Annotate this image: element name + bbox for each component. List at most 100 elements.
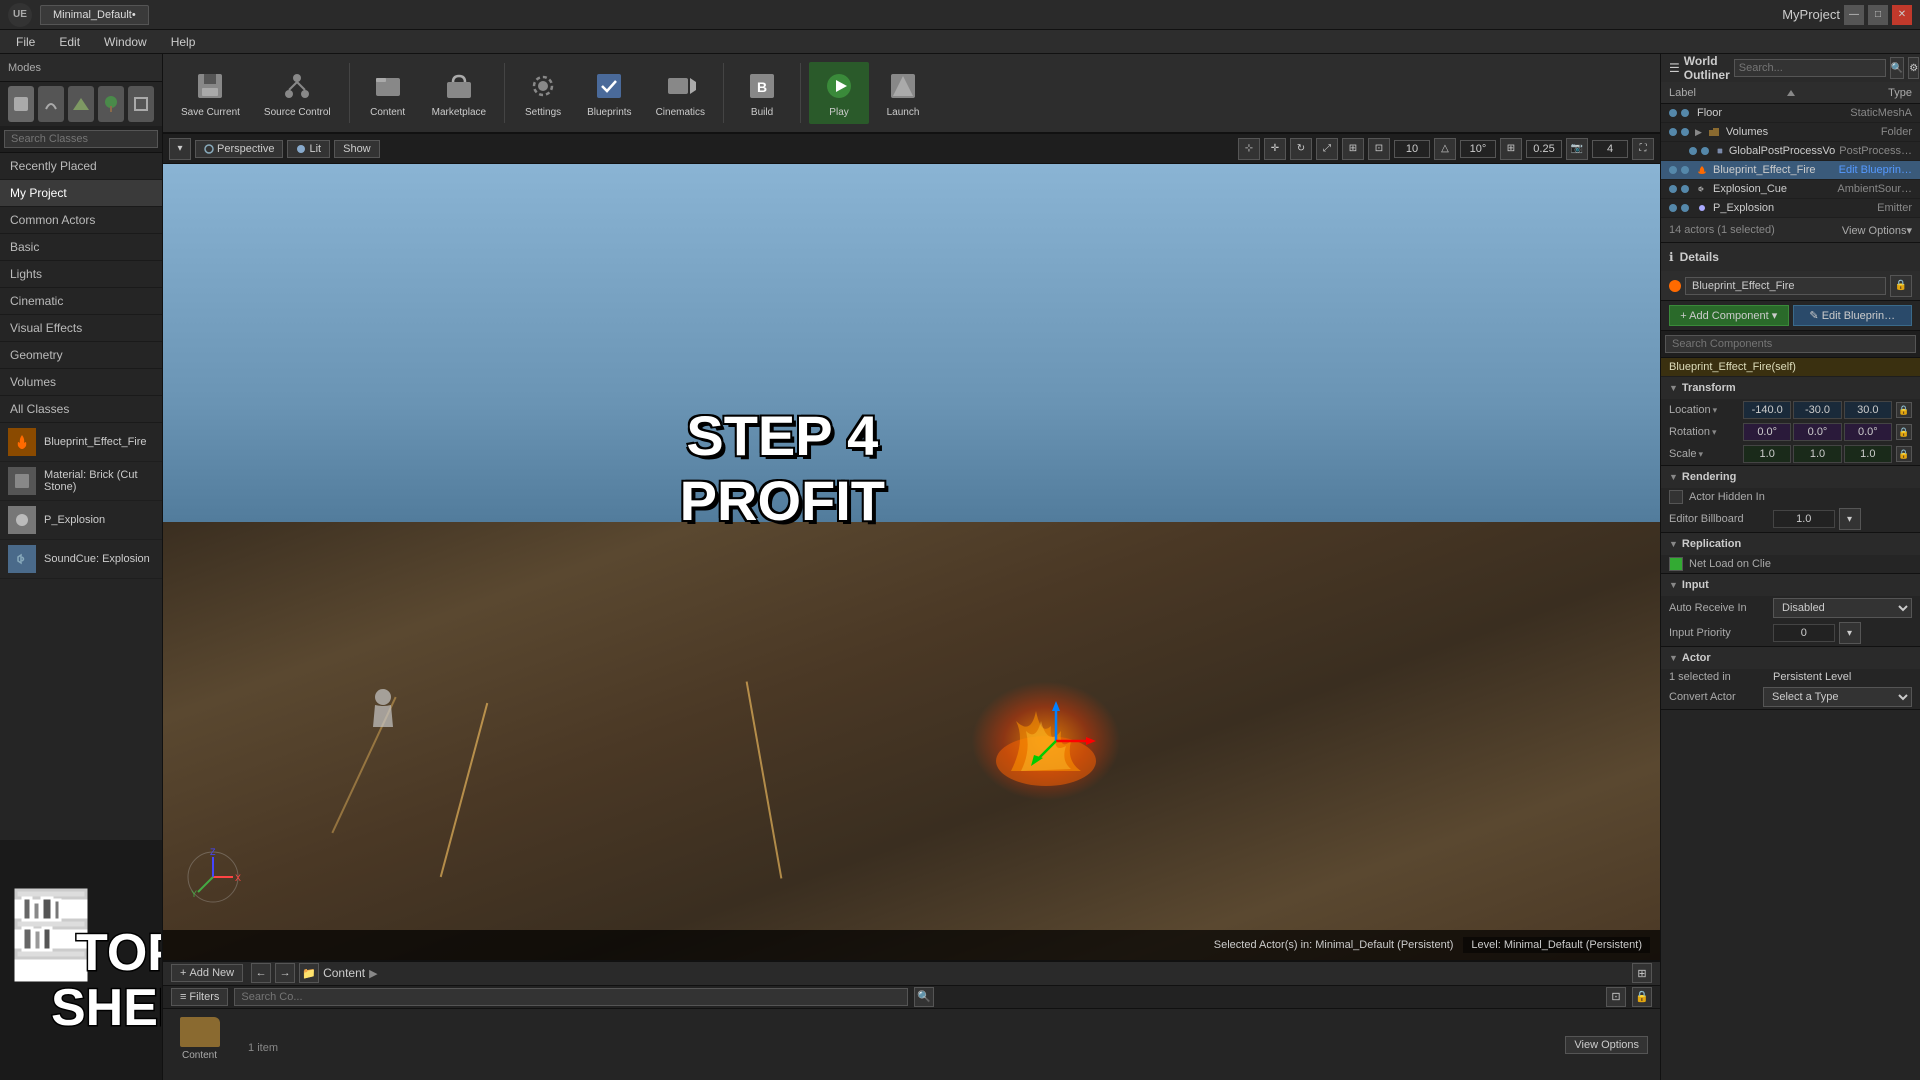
- convert-actor-select[interactable]: Select a Type: [1763, 687, 1912, 707]
- priority-input[interactable]: [1773, 624, 1835, 642]
- nav-all-classes[interactable]: All Classes: [0, 396, 162, 423]
- vp-cam-icon[interactable]: 📷: [1566, 138, 1588, 160]
- nav-geometry[interactable]: Geometry: [0, 342, 162, 369]
- nav-lights[interactable]: Lights: [0, 261, 162, 288]
- wo-filter-btn[interactable]: 🔍: [1890, 57, 1904, 79]
- vp-select-btn[interactable]: ⊹: [1238, 138, 1260, 160]
- cb-filters-btn[interactable]: ≡ Filters: [171, 988, 228, 1006]
- cb-add-new-btn[interactable]: + Add New: [171, 964, 243, 982]
- placed-item-sound[interactable]: SoundCue: Explosion: [0, 540, 162, 579]
- mode-landscape[interactable]: [68, 86, 94, 122]
- placed-item-fire[interactable]: Blueprint_Effect_Fire: [0, 423, 162, 462]
- vp-grid-size[interactable]: 10: [1394, 140, 1430, 158]
- mode-paint[interactable]: [38, 86, 64, 122]
- netload-checkbox[interactable]: [1669, 557, 1683, 571]
- wo-item-explosion-cue[interactable]: Explosion_Cue AmbientSour…: [1661, 180, 1920, 199]
- billboard-input[interactable]: [1773, 510, 1835, 528]
- nav-volumes[interactable]: Volumes: [0, 369, 162, 396]
- viewport[interactable]: ▾ Perspective Lit Show ⊹ ✛ ↻ ⤢ ⊞ ⊡ 10: [163, 134, 1660, 960]
- dp-replication-header[interactable]: ▼ Replication: [1661, 533, 1920, 555]
- nav-recently-placed[interactable]: Recently Placed: [0, 153, 162, 180]
- vp-cam-speed[interactable]: 4: [1592, 140, 1628, 158]
- mode-place[interactable]: [8, 86, 34, 122]
- vp-angle-icon[interactable]: △: [1434, 138, 1456, 160]
- toolbar-build[interactable]: B Build: [732, 62, 792, 124]
- vp-show-btn[interactable]: Show: [334, 140, 380, 158]
- toolbar-cinematics[interactable]: Cinematics: [646, 62, 715, 124]
- scale-lock-btn[interactable]: 🔒: [1896, 446, 1912, 462]
- rotation-x[interactable]: [1743, 423, 1791, 441]
- wo-search-input[interactable]: [1734, 59, 1886, 77]
- nav-common-actors[interactable]: Common Actors: [0, 207, 162, 234]
- wo-item-blueprint-fire[interactable]: Blueprint_Effect_Fire Edit Blueprin…: [1661, 161, 1920, 180]
- nav-my-project[interactable]: My Project: [0, 180, 162, 207]
- scale-x[interactable]: [1743, 445, 1791, 463]
- close-button[interactable]: ✕: [1892, 5, 1912, 25]
- cb-folder-icon-btn[interactable]: 📁: [299, 963, 319, 983]
- dp-search-input[interactable]: [1665, 335, 1916, 353]
- toolbar-settings[interactable]: Settings: [513, 62, 573, 124]
- cb-options-btn[interactable]: ⊞: [1632, 963, 1652, 983]
- menu-help[interactable]: Help: [167, 33, 200, 51]
- cb-forward-btn[interactable]: →: [275, 963, 295, 983]
- menu-file[interactable]: File: [12, 33, 39, 51]
- dp-component-item[interactable]: Blueprint_Effect_Fire(self): [1661, 358, 1920, 377]
- dp-actor-lock-btn[interactable]: 🔒: [1890, 275, 1912, 297]
- dp-add-component-btn[interactable]: + Add Component ▾: [1669, 305, 1789, 326]
- dp-transform-header[interactable]: ▼ Transform: [1661, 377, 1920, 399]
- priority-dropdown-btn[interactable]: ▾: [1839, 622, 1861, 644]
- cb-view-options-btn[interactable]: View Options: [1565, 1036, 1648, 1054]
- autoreceive-select[interactable]: Disabled: [1773, 598, 1912, 618]
- location-x[interactable]: [1743, 401, 1791, 419]
- mode-foliage[interactable]: [98, 86, 124, 122]
- wo-settings-btn[interactable]: ⚙: [1908, 57, 1919, 79]
- location-y[interactable]: [1793, 401, 1841, 419]
- nav-basic[interactable]: Basic: [0, 234, 162, 261]
- vp-perspective-btn[interactable]: Perspective: [195, 140, 283, 158]
- minimize-button[interactable]: —: [1844, 5, 1864, 25]
- wo-item-volumes[interactable]: ▶ Volumes Folder: [1661, 123, 1920, 142]
- toolbar-content[interactable]: Content: [358, 62, 418, 124]
- menu-edit[interactable]: Edit: [55, 33, 84, 51]
- dp-actor-name-input[interactable]: [1685, 277, 1886, 295]
- wo-item-floor[interactable]: Floor StaticMeshA: [1661, 104, 1920, 123]
- cb-back-btn[interactable]: ←: [251, 963, 271, 983]
- maximize-button[interactable]: □: [1868, 5, 1888, 25]
- cb-folder-item[interactable]: Content: [171, 1017, 228, 1072]
- toolbar-source-control[interactable]: Source Control: [254, 62, 341, 124]
- wo-item-globalpost[interactable]: GlobalPostProcessVo PostProcess…: [1661, 142, 1920, 161]
- nav-visual-effects[interactable]: Visual Effects: [0, 315, 162, 342]
- vp-lit-btn[interactable]: Lit: [287, 140, 330, 158]
- toolbar-play[interactable]: Play: [809, 62, 869, 124]
- location-z[interactable]: [1844, 401, 1892, 419]
- dp-input-header[interactable]: ▼ Input: [1661, 574, 1920, 596]
- vp-fullscreen-btn[interactable]: ⛶: [1632, 138, 1654, 160]
- cb-lock-btn[interactable]: 🔒: [1632, 987, 1652, 1007]
- mode-geometry[interactable]: [128, 86, 154, 122]
- toolbar-blueprints[interactable]: Blueprints: [577, 62, 641, 124]
- rotation-lock-btn[interactable]: 🔒: [1896, 424, 1912, 440]
- rotation-z[interactable]: [1844, 423, 1892, 441]
- wo-view-options-btn[interactable]: View Options▾: [1842, 224, 1912, 237]
- search-classes-input[interactable]: [4, 130, 158, 148]
- vp-scale-icon[interactable]: ⊞: [1500, 138, 1522, 160]
- dp-edit-blueprint-btn[interactable]: ✎ Edit Blueprin…: [1793, 305, 1913, 326]
- cb-search-btn[interactable]: 🔍: [914, 987, 934, 1007]
- toolbar-marketplace[interactable]: Marketplace: [422, 62, 496, 124]
- toolbar-launch[interactable]: Launch: [873, 62, 933, 124]
- wo-item-p-explosion[interactable]: P_Explosion Emitter: [1661, 199, 1920, 218]
- vp-scale-btn[interactable]: ⤢: [1316, 138, 1338, 160]
- vp-scale-size[interactable]: 0.25: [1526, 140, 1562, 158]
- cb-view-toggle-btn[interactable]: ⊡: [1606, 987, 1626, 1007]
- location-lock-btn[interactable]: 🔒: [1896, 402, 1912, 418]
- vp-rotate-btn[interactable]: ↻: [1290, 138, 1312, 160]
- vp-dropdown-btn[interactable]: ▾: [169, 138, 191, 160]
- placed-item-explosion[interactable]: P_Explosion: [0, 501, 162, 540]
- nav-cinematic[interactable]: Cinematic: [0, 288, 162, 315]
- vp-coord-btn[interactable]: ⊞: [1342, 138, 1364, 160]
- scale-y[interactable]: [1793, 445, 1841, 463]
- hidden-in-game-checkbox[interactable]: [1669, 490, 1683, 504]
- dp-actor-header[interactable]: ▼ Actor: [1661, 647, 1920, 669]
- vp-snap-btn[interactable]: ⊡: [1368, 138, 1390, 160]
- toolbar-save[interactable]: Save Current: [171, 62, 250, 124]
